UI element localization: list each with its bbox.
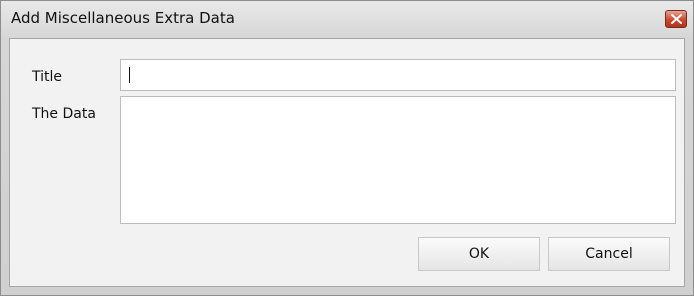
data-textarea[interactable] [120,96,676,224]
title-input[interactable] [120,59,676,91]
text-caret [129,67,130,83]
cancel-button[interactable]: Cancel [548,237,670,271]
title-label: Title [32,69,63,85]
dialog-body: Title The Data OK Cancel [9,38,685,287]
close-icon [671,14,682,24]
data-label: The Data [32,106,96,122]
dialog-window: Add Miscellaneous Extra Data Title The D… [0,0,694,296]
close-button[interactable] [665,10,687,28]
ok-button[interactable]: OK [418,237,540,271]
title-bar[interactable]: Add Miscellaneous Extra Data [1,1,693,39]
window-title: Add Miscellaneous Extra Data [11,9,235,27]
